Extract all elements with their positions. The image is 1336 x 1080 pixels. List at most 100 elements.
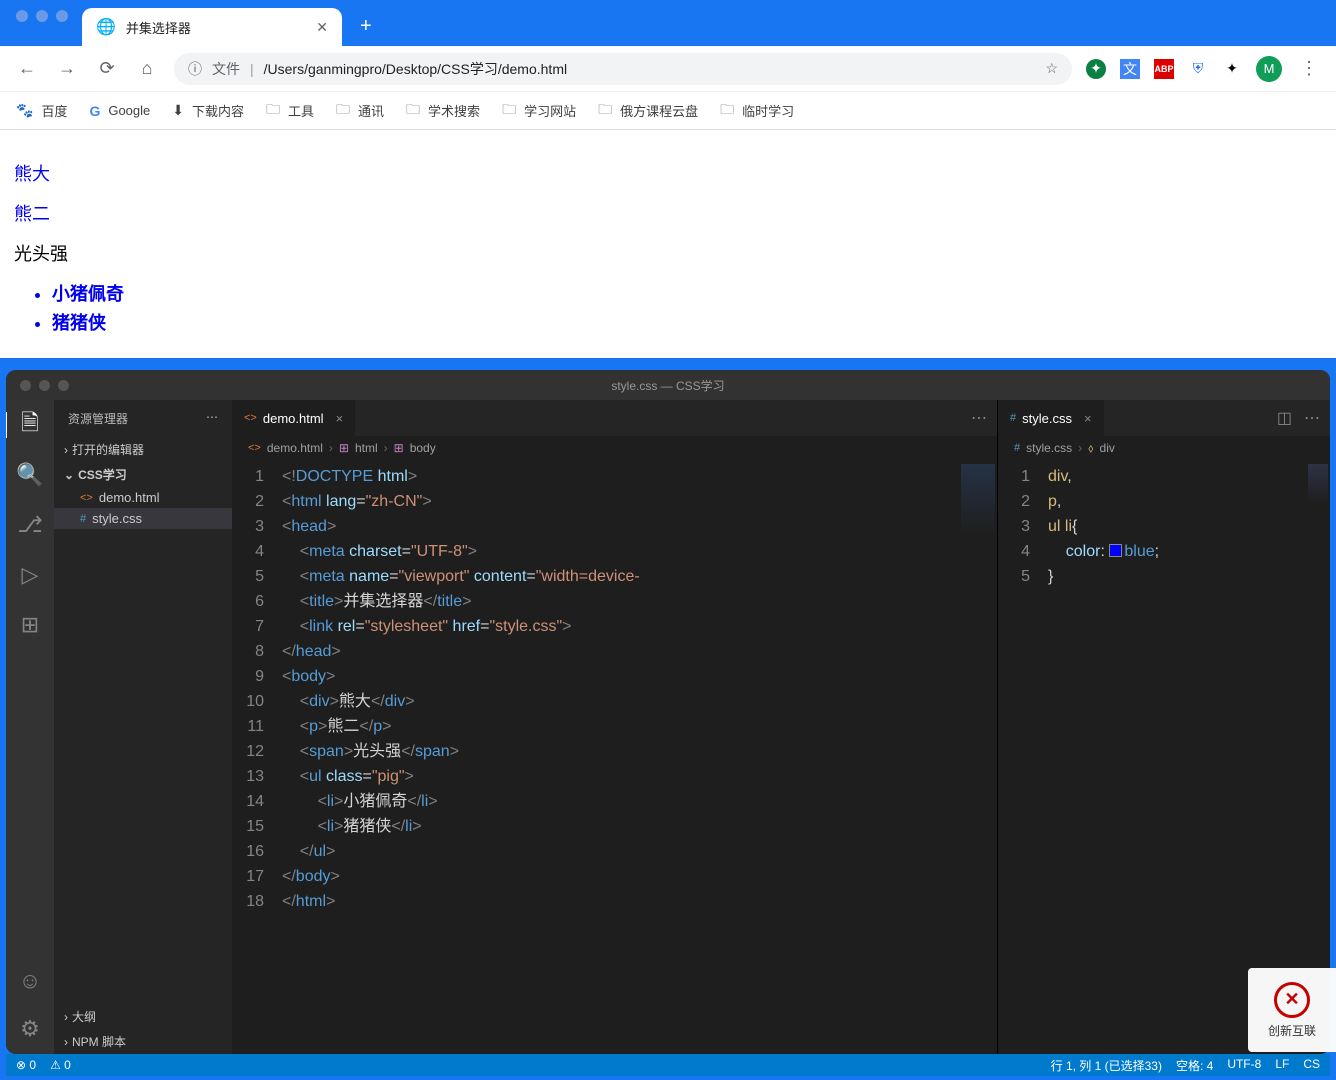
- more-icon[interactable]: ⋯: [1304, 408, 1320, 428]
- file-item-style[interactable]: #style.css: [54, 508, 232, 529]
- profile-avatar[interactable]: M: [1256, 56, 1282, 82]
- gear-icon[interactable]: ⚙: [17, 1016, 43, 1042]
- code-editor[interactable]: 1div,2p,3ul li{4 color: blue;5}: [998, 460, 1330, 1054]
- project-section[interactable]: ⌄CSS学习: [54, 462, 232, 487]
- selector-icon: ⬨: [1088, 441, 1093, 456]
- sidebar-header: 资源管理器⋯: [54, 400, 232, 437]
- close-icon[interactable]: ×: [1084, 411, 1092, 426]
- bookmark-temp[interactable]: 🗀临时学习: [720, 99, 794, 123]
- status-bar: ⊗ 0 ⚠ 0 行 1, 列 1 (已选择33) 空格: 4 UTF-8 LF …: [6, 1054, 1330, 1076]
- vsc-close-dot[interactable]: [20, 380, 31, 391]
- bookmarks-bar: 🐾百度 GGoogle ⬇下载内容 🗀工具 🗀通讯 🗀学术搜索 🗀学习网站 🗀俄…: [0, 92, 1336, 130]
- search-icon[interactable]: 🔍: [17, 462, 43, 488]
- open-editors-section[interactable]: ›打开的编辑器: [54, 437, 232, 462]
- status-position[interactable]: 行 1, 列 1 (已选择33): [1051, 1057, 1162, 1074]
- minimap[interactable]: [961, 464, 995, 536]
- split-icon[interactable]: ◫: [1277, 408, 1292, 428]
- explorer-icon[interactable]: 🗎: [6, 412, 53, 438]
- html-file-icon: <>: [244, 412, 257, 424]
- address-bar[interactable]: ⓘ 文件 | /Users/ganmingpro/Desktop/CSS学习/d…: [174, 53, 1072, 85]
- tag-icon: ⊞: [394, 441, 404, 455]
- window-controls: [12, 10, 82, 36]
- editor-group-1: <>demo.html× ⋯ <>demo.html› ⊞html› ⊞body…: [232, 400, 998, 1054]
- more-icon[interactable]: ⋯: [971, 408, 987, 428]
- vsc-max-dot[interactable]: [58, 380, 69, 391]
- status-encoding[interactable]: UTF-8: [1227, 1057, 1261, 1074]
- home-button[interactable]: ⌂: [134, 58, 160, 79]
- addr-prefix: 文件: [212, 59, 240, 79]
- more-icon[interactable]: ⋯: [206, 410, 218, 427]
- bookmark-comm[interactable]: 🗀通讯: [336, 99, 384, 123]
- reload-button[interactable]: ⟳: [94, 58, 120, 79]
- status-eol[interactable]: LF: [1275, 1057, 1289, 1074]
- file-item-demo[interactable]: <>demo.html: [54, 487, 232, 508]
- max-dot[interactable]: [56, 10, 68, 22]
- shield-icon[interactable]: ⛨: [1188, 59, 1208, 79]
- breadcrumb[interactable]: #style.css› ⬨div: [998, 436, 1330, 460]
- html-file-icon: <>: [80, 492, 93, 504]
- chevron-down-icon: ⌄: [64, 468, 74, 482]
- vsc-min-dot[interactable]: [39, 380, 50, 391]
- globe-icon: 🌐: [96, 17, 116, 37]
- bookmark-study[interactable]: 🗀学习网站: [502, 99, 576, 123]
- code-editor[interactable]: 1<!DOCTYPE html>2<html lang="zh-CN">3<he…: [232, 460, 997, 1054]
- ext-icon[interactable]: ✦: [1086, 59, 1106, 79]
- rendered-ul: 小猪佩奇 猪猪侠: [52, 280, 1322, 335]
- vscode-titlebar: style.css — CSS学习: [6, 370, 1330, 400]
- translate-icon[interactable]: 文: [1120, 59, 1140, 79]
- back-button[interactable]: ←: [14, 58, 40, 79]
- activity-bar: 🗎 🔍 ⎇ ▷ ⊞ ☺ ⚙: [6, 400, 54, 1054]
- list-item: 猪猪侠: [52, 309, 1322, 335]
- bookmark-tools[interactable]: 🗀工具: [266, 99, 314, 123]
- browser-toolbar: ← → ⟳ ⌂ ⓘ 文件 | /Users/ganmingpro/Desktop…: [0, 46, 1336, 92]
- addr-path: /Users/ganmingpro/Desktop/CSS学习/demo.htm…: [264, 59, 567, 79]
- chevron-right-icon: ›: [64, 443, 68, 457]
- tag-icon: ⊞: [339, 441, 349, 455]
- bookmark-downloads[interactable]: ⬇下载内容: [172, 101, 244, 120]
- watermark-text: 创新互联: [1268, 1022, 1316, 1039]
- bookmark-baidu[interactable]: 🐾百度: [16, 101, 67, 120]
- browser-tabstrip: 🌐 并集选择器 ✕ +: [0, 0, 1336, 46]
- editor-group-2: #style.css× ◫ ⋯ #style.css› ⬨div 1div,2p,…: [998, 400, 1330, 1054]
- close-icon[interactable]: ✕: [316, 19, 328, 36]
- css-file-icon: #: [80, 513, 86, 525]
- status-errors[interactable]: ⊗ 0: [16, 1058, 36, 1072]
- abp-icon[interactable]: ABP: [1154, 59, 1174, 79]
- npm-section[interactable]: ›NPM 脚本: [54, 1029, 232, 1054]
- editor-tab-style[interactable]: #style.css×: [998, 400, 1104, 436]
- star-icon[interactable]: ☆: [1045, 60, 1058, 77]
- extension-icons: ✦ 文 ABP ⛨ ✦ M ⋮: [1086, 56, 1322, 82]
- account-icon[interactable]: ☺: [17, 968, 43, 994]
- status-spaces[interactable]: 空格: 4: [1176, 1057, 1213, 1074]
- css-file-icon: #: [1010, 412, 1016, 424]
- bookmark-google[interactable]: GGoogle: [89, 103, 150, 119]
- bookmark-cloud[interactable]: 🗀俄方课程云盘: [598, 99, 698, 123]
- puzzle-icon[interactable]: ✦: [1222, 59, 1242, 79]
- menu-button[interactable]: ⋮: [1296, 58, 1322, 79]
- minimap[interactable]: [1308, 464, 1328, 504]
- editor-tab-demo[interactable]: <>demo.html×: [232, 400, 355, 436]
- status-warnings[interactable]: ⚠ 0: [50, 1058, 71, 1072]
- vscode-title: style.css — CSS学习: [611, 377, 724, 394]
- extensions-icon[interactable]: ⊞: [17, 612, 43, 638]
- outline-section[interactable]: ›大纲: [54, 1004, 232, 1029]
- close-dot[interactable]: [16, 10, 28, 22]
- editor-area: <>demo.html× ⋯ <>demo.html› ⊞html› ⊞body…: [232, 400, 1330, 1054]
- close-icon[interactable]: ×: [336, 411, 344, 426]
- css-file-icon: #: [1014, 442, 1020, 454]
- rendered-span: 光头强: [14, 240, 1322, 266]
- list-item: 小猪佩奇: [52, 280, 1322, 306]
- git-icon[interactable]: ⎇: [17, 512, 43, 538]
- chevron-right-icon: ›: [64, 1035, 68, 1049]
- breadcrumb[interactable]: <>demo.html› ⊞html› ⊞body: [232, 436, 997, 460]
- browser-tab[interactable]: 🌐 并集选择器 ✕: [82, 8, 342, 46]
- debug-icon[interactable]: ▷: [17, 562, 43, 588]
- bookmark-academic[interactable]: 🗀学术搜索: [406, 99, 480, 123]
- forward-button[interactable]: →: [54, 58, 80, 79]
- min-dot[interactable]: [36, 10, 48, 22]
- tab-bar: #style.css× ◫ ⋯: [998, 400, 1330, 436]
- status-lang[interactable]: CS: [1303, 1057, 1320, 1074]
- new-tab-button[interactable]: +: [342, 15, 390, 46]
- html-file-icon: <>: [248, 442, 261, 454]
- sidebar: 资源管理器⋯ ›打开的编辑器 ⌄CSS学习 <>demo.html #style…: [54, 400, 232, 1054]
